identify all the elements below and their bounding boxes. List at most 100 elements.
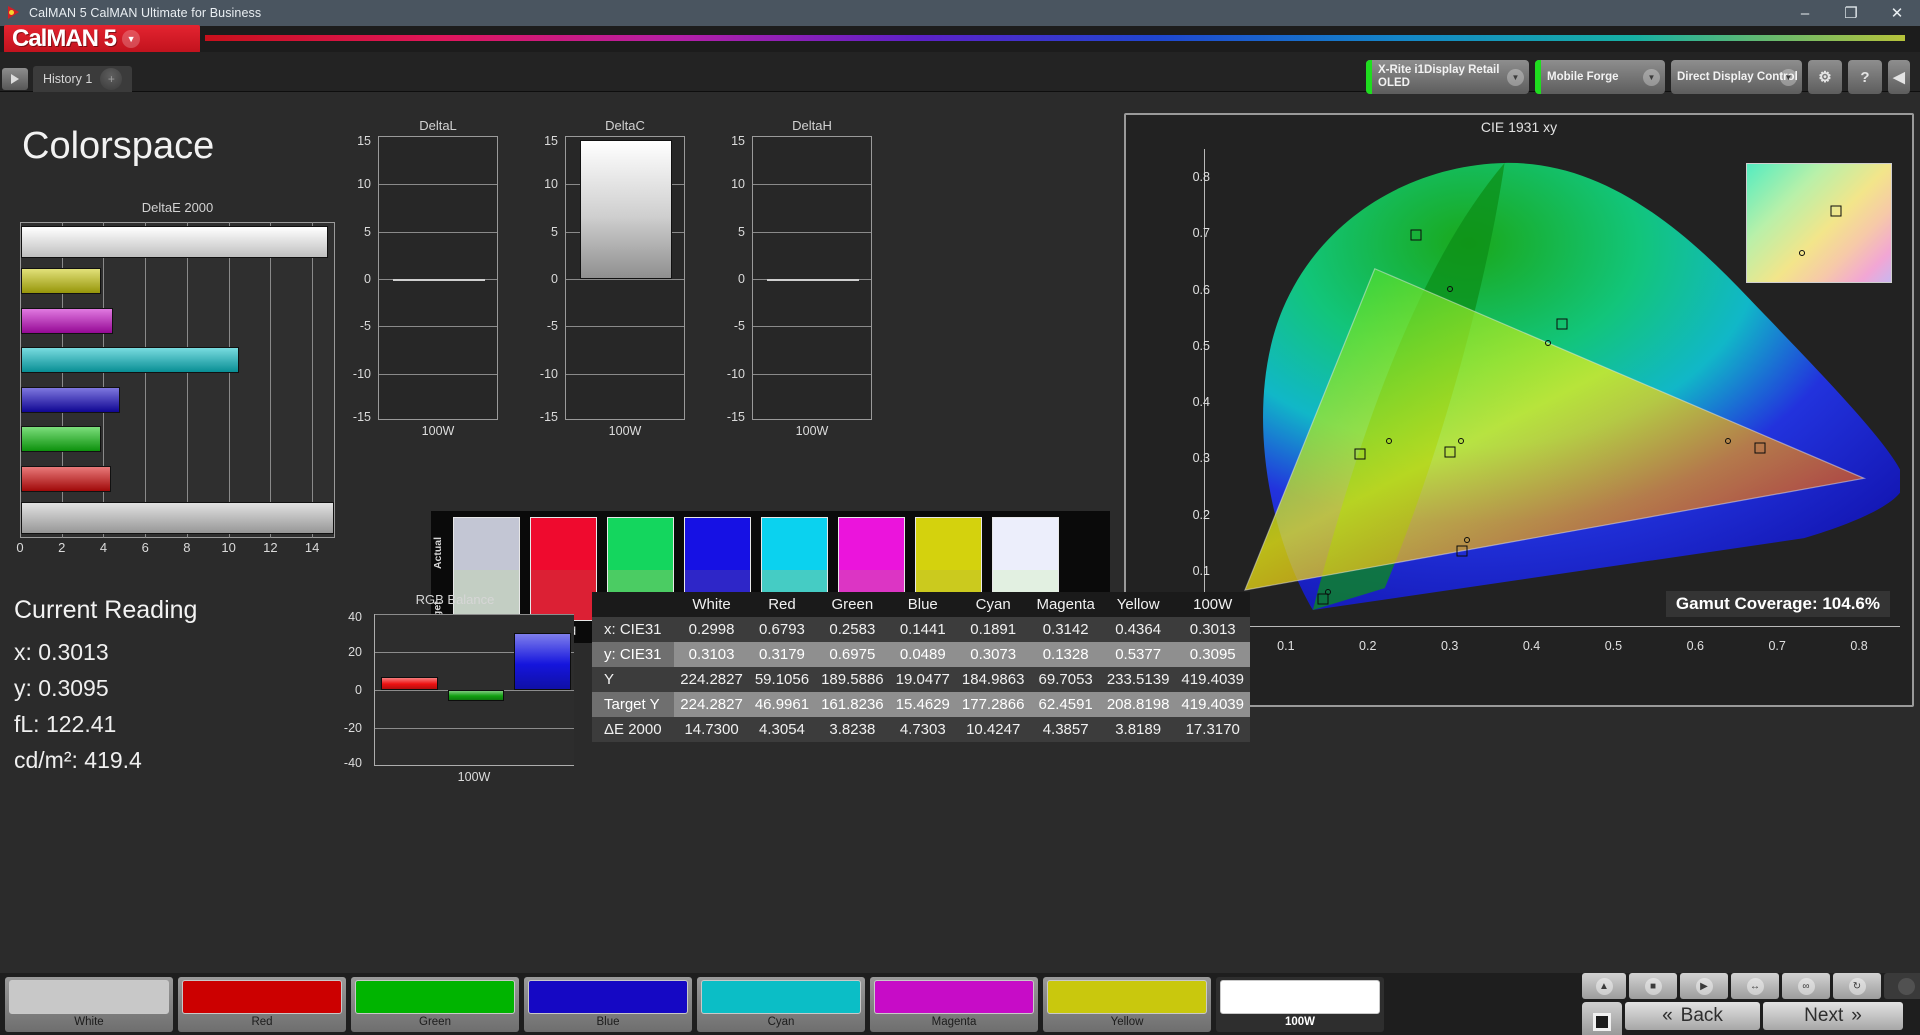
- gridline: [375, 728, 574, 729]
- table-row: Y224.282759.1056189.588619.0477184.98636…: [592, 667, 1250, 692]
- target-window-button[interactable]: [1582, 1002, 1622, 1035]
- table-cell: 0.3095: [1175, 642, 1250, 667]
- source-dropdown[interactable]: Mobile Forge ▼: [1535, 60, 1665, 94]
- spare-button[interactable]: [1884, 973, 1920, 999]
- square-icon: [1593, 1013, 1611, 1031]
- cie-point-target-blue: [1325, 589, 1331, 595]
- deltae-gridline: [187, 222, 188, 538]
- stop-button[interactable]: ■: [1629, 973, 1677, 999]
- deltae-chart-title: DeltaE 2000: [20, 200, 335, 215]
- chevron-down-icon[interactable]: ▼: [1643, 69, 1660, 86]
- table-row: x: CIE310.29980.67930.25830.14410.18910.…: [592, 617, 1250, 642]
- swatch-actual: [608, 518, 673, 570]
- patch-button-blue[interactable]: Blue: [524, 977, 692, 1032]
- table-cell: 0.6793: [749, 617, 815, 642]
- deltae-bar-chart: [20, 222, 335, 538]
- table-cell: 15.4629: [890, 692, 956, 717]
- help-button[interactable]: ?: [1848, 60, 1882, 94]
- patch-button-100w[interactable]: 100W: [1216, 977, 1384, 1032]
- deltal-title: DeltaL: [378, 118, 498, 133]
- table-cell: 0.3103: [674, 642, 749, 667]
- cie-x-tick: 0.2: [1359, 639, 1376, 653]
- next-button[interactable]: Next »: [1763, 1002, 1903, 1030]
- table-cell: 4.3054: [749, 717, 815, 742]
- patch-label: White: [74, 1016, 103, 1028]
- cie-zoom-minimap[interactable]: [1746, 163, 1892, 283]
- swatch-actual: [454, 518, 519, 570]
- cie-point-measured-magenta: [1456, 546, 1467, 557]
- rgb-balance-title: RGB Balance: [330, 592, 580, 607]
- collapse-panel-button[interactable]: ◀: [1888, 60, 1910, 94]
- patch-label: 100W: [1285, 1016, 1315, 1028]
- swatch-actual: [531, 518, 596, 570]
- meter-dropdown[interactable]: X-Rite i1Display Retail OLED ▼: [1366, 60, 1529, 94]
- control-dropdown[interactable]: Direct Display Control ▼: [1671, 60, 1802, 94]
- play-button[interactable]: ▶: [1680, 973, 1728, 999]
- window-title: CalMAN 5 CalMAN Ultimate for Business: [29, 6, 261, 20]
- rgb-bar-red: [381, 677, 438, 690]
- patch-swatch: [874, 980, 1034, 1014]
- rgb-balance-chart: RGB Balance 40200-20-40 100W: [330, 592, 580, 782]
- table-cell: 4.7303: [890, 717, 956, 742]
- axis-tick-label: 20: [348, 645, 362, 659]
- tab-history-1[interactable]: History 1 +: [33, 66, 132, 92]
- play-icon: ▶: [1696, 978, 1713, 995]
- cie-y-tick: 0.4: [1193, 395, 1210, 409]
- table-cell: 419.4039: [1175, 667, 1250, 692]
- close-button[interactable]: ✕: [1874, 0, 1920, 26]
- patch-button-yellow[interactable]: Yellow: [1043, 977, 1211, 1032]
- patch-button-magenta[interactable]: Magenta: [870, 977, 1038, 1032]
- axis-tick-label: 5: [364, 225, 371, 239]
- axis-tick-label: 10: [731, 177, 745, 191]
- table-cell: 0.0489: [890, 642, 956, 667]
- cie-plot-area[interactable]: Gamut Coverage: 104.6% 0.80.70.60.50.40.…: [1164, 141, 1904, 669]
- table-column-header: Magenta: [1030, 592, 1100, 617]
- back-label: Back: [1681, 1005, 1723, 1027]
- chevron-down-icon[interactable]: ▼: [1780, 69, 1797, 86]
- loop-button[interactable]: ∞: [1782, 973, 1830, 999]
- table-row: [21, 347, 239, 373]
- back-button[interactable]: « Back: [1625, 1002, 1760, 1030]
- table-column-header: Blue: [890, 592, 956, 617]
- deltah-chart: DeltaH 151050-5-10-15 100W: [752, 118, 872, 438]
- maximize-button[interactable]: ❐: [1828, 0, 1874, 26]
- nav-play-button[interactable]: [2, 68, 28, 90]
- cie-x-tick: 0.5: [1605, 639, 1622, 653]
- collapse-up-button[interactable]: ▲: [1582, 973, 1626, 999]
- patch-label: Red: [251, 1016, 272, 1028]
- table-cell: 0.1328: [1030, 642, 1100, 667]
- axis-tick-label: 10: [357, 177, 371, 191]
- cie-x-tick: 0.4: [1523, 639, 1540, 653]
- patch-button-green[interactable]: Green: [351, 977, 519, 1032]
- reading-cdm2: cd/m²: 419.4: [14, 742, 314, 778]
- circle-icon: [1898, 978, 1915, 995]
- axis-tick-label: -10: [540, 367, 558, 381]
- range-button[interactable]: ↔: [1731, 973, 1779, 999]
- calman-logo-button[interactable]: CalMAN 5 ▼: [4, 25, 200, 53]
- calman-app: CalMAN 5 CalMAN Ultimate for Business – …: [0, 0, 1920, 1035]
- chevron-down-icon[interactable]: ▼: [1507, 69, 1524, 86]
- cie-title: CIE 1931 xy: [1126, 115, 1912, 135]
- refresh-button[interactable]: ↻: [1833, 973, 1881, 999]
- patch-button-red[interactable]: Red: [178, 977, 346, 1032]
- table-row-header: Target Y: [592, 692, 674, 717]
- patch-label: Cyan: [768, 1016, 795, 1028]
- infinity-icon: ∞: [1798, 978, 1815, 995]
- deltac-x-label: 100W: [565, 424, 685, 438]
- cie-y-tick: 0.3: [1193, 451, 1210, 465]
- patch-button-white[interactable]: White: [5, 977, 173, 1032]
- measurements-table: WhiteRedGreenBlueCyanMagentaYellow100W x…: [592, 592, 1250, 742]
- spectrum-gradient-bar: [205, 35, 1905, 41]
- cie-point-measured-red: [1755, 442, 1766, 453]
- table-cell: 4.3857: [1030, 717, 1100, 742]
- minimize-button[interactable]: –: [1782, 0, 1828, 26]
- chevron-down-icon[interactable]: ▼: [122, 30, 140, 48]
- stop-icon: ■: [1645, 978, 1662, 995]
- table-cell: 0.1441: [890, 617, 956, 642]
- patch-button-cyan[interactable]: Cyan: [697, 977, 865, 1032]
- table-row: [21, 226, 328, 258]
- table-cell: 189.5886: [815, 667, 890, 692]
- patch-swatch: [182, 980, 342, 1014]
- add-tab-icon[interactable]: +: [100, 68, 122, 90]
- table-cell: 0.3142: [1030, 617, 1100, 642]
